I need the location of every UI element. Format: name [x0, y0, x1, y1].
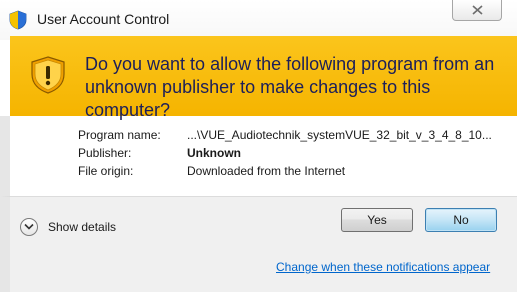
uac-dialog: User Account Control Do you want to allo… — [0, 0, 517, 292]
publisher-value: Unknown — [187, 146, 241, 160]
file-origin-label: File origin: — [78, 164, 134, 178]
uac-shield-icon — [9, 10, 27, 30]
close-icon — [472, 5, 483, 15]
warning-shield-icon — [31, 56, 65, 94]
program-name-value: ...\VUE_Audiotechnik_systemVUE_32_bit_v_… — [187, 128, 492, 142]
no-button[interactable]: No — [425, 208, 497, 232]
show-details-expander[interactable] — [20, 218, 38, 236]
window-title: User Account Control — [37, 11, 170, 27]
publisher-label: Publisher: — [78, 146, 132, 160]
yes-button[interactable]: Yes — [341, 208, 413, 232]
program-name-label: Program name: — [78, 128, 161, 142]
program-details: Program name: ...\VUE_Audiotechnik_syste… — [0, 116, 517, 196]
title-bar[interactable]: User Account Control — [0, 0, 517, 40]
warning-banner: Do you want to allow the following progr… — [10, 36, 517, 120]
show-details-label[interactable]: Show details — [48, 220, 116, 234]
banner-question: Do you want to allow the following progr… — [85, 54, 495, 120]
file-origin-value: Downloaded from the Internet — [187, 164, 346, 178]
close-button[interactable] — [452, 0, 502, 21]
notification-settings-link[interactable]: Change when these notifications appear — [276, 260, 490, 274]
chevron-down-icon — [24, 223, 34, 230]
